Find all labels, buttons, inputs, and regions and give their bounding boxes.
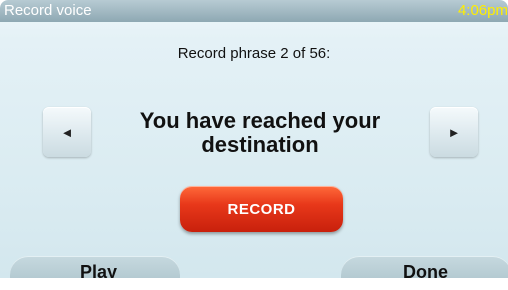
phrase-counter: Record phrase 2 of 56:	[177, 45, 331, 62]
previous-phrase-button[interactable]: ◄	[43, 107, 91, 157]
phrase-text: You have reached your destination	[100, 109, 420, 157]
done-button-label: Done	[403, 262, 448, 278]
next-phrase-button[interactable]: ►	[430, 107, 478, 157]
clock: 4:06pm	[457, 2, 508, 19]
phrase-line-2: destination	[201, 132, 319, 157]
play-button-label: Play	[80, 262, 118, 278]
record-button-label: RECORD	[227, 200, 296, 218]
record-button[interactable]: RECORD	[180, 186, 343, 232]
play-button[interactable]: Play	[10, 256, 180, 278]
title-bar: Record voice 4:06pm	[0, 0, 508, 22]
phrase-line-1: You have reached your	[139, 108, 381, 133]
right-arrow-icon: ►	[447, 124, 461, 140]
screen: Record voice 4:06pm Record phrase 2 of 5…	[0, 0, 508, 278]
device-frame: Record voice 4:06pm Record phrase 2 of 5…	[0, 0, 508, 278]
done-button[interactable]: Done	[341, 256, 508, 278]
left-arrow-icon: ◄	[60, 124, 74, 140]
screen-title: Record voice	[4, 2, 92, 19]
